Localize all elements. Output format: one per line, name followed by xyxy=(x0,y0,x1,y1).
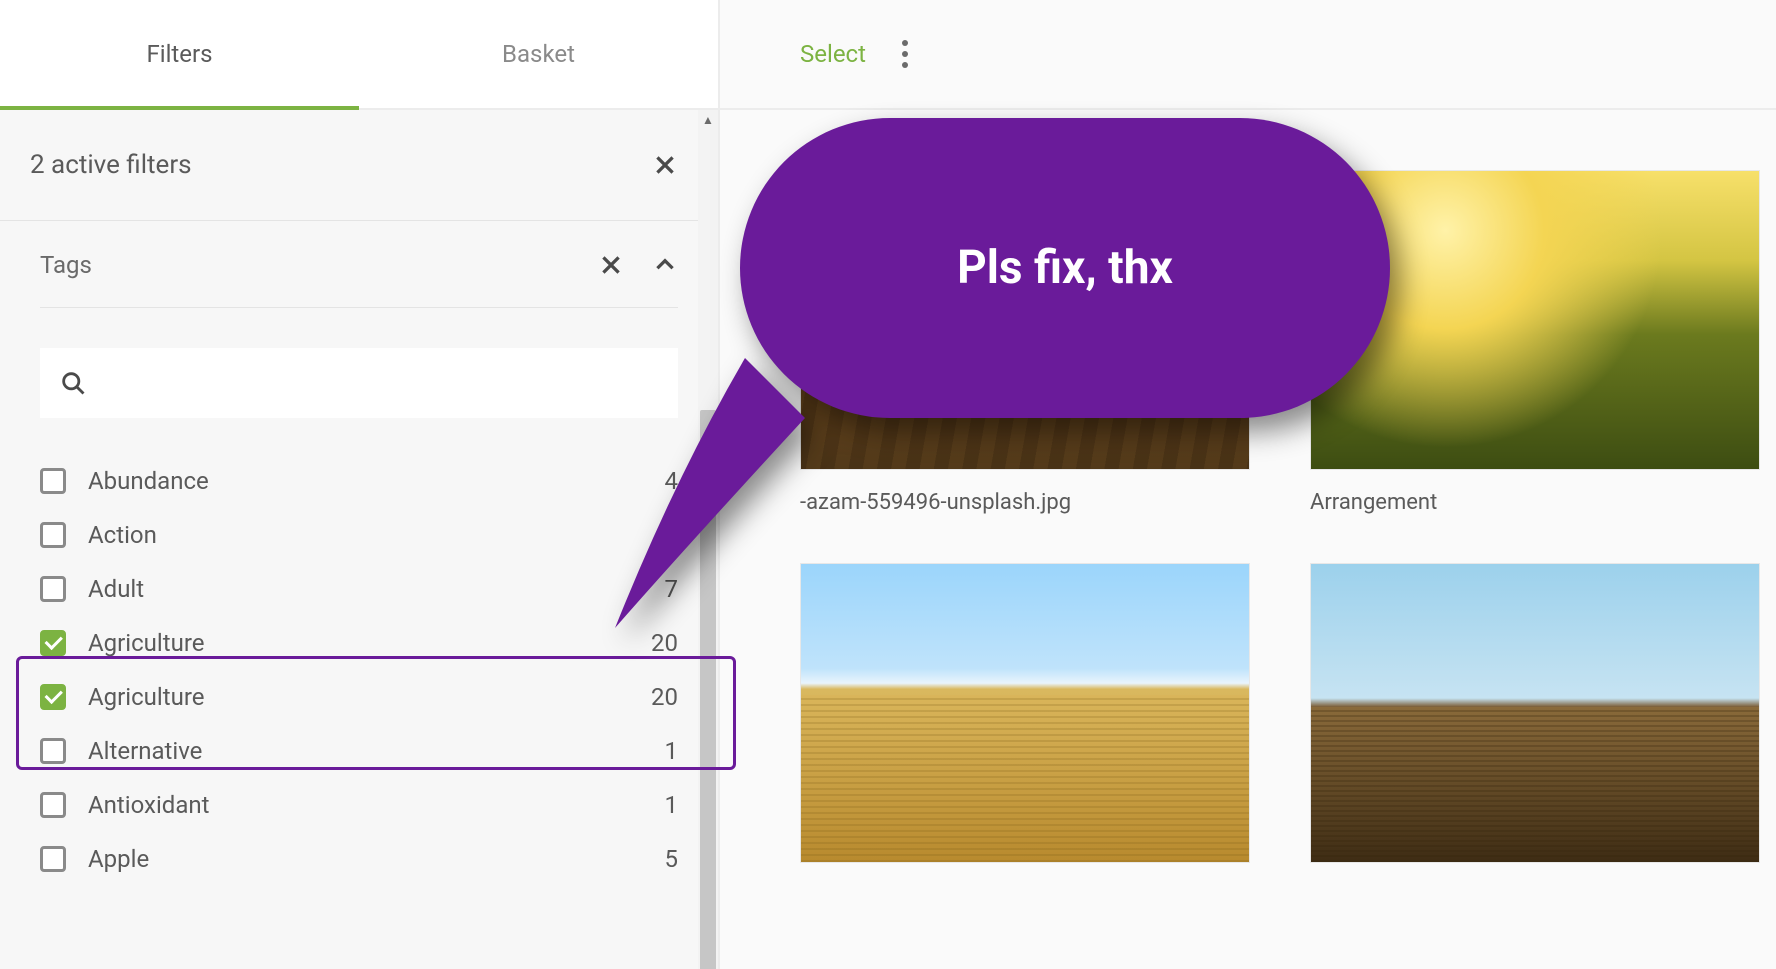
gallery-caption: -azam-559496-unsplash.jpg xyxy=(800,490,1250,515)
search-icon xyxy=(59,369,87,397)
tab-basket-label: Basket xyxy=(502,40,575,68)
gallery-thumbnail[interactable] xyxy=(800,170,1250,470)
tag-count: 5 xyxy=(665,845,679,873)
active-filters-header: 2 active filters xyxy=(0,110,718,221)
scroll-thumb[interactable] xyxy=(700,410,716,969)
tag-row-agriculture-3[interactable]: Agriculture20 xyxy=(40,616,678,670)
tag-checkbox[interactable] xyxy=(40,738,66,764)
tag-search[interactable] xyxy=(40,348,678,418)
clear-filters-icon[interactable] xyxy=(652,152,678,178)
tag-name: Agriculture xyxy=(88,683,651,711)
tag-count: 1 xyxy=(665,791,679,819)
tag-name: Abundance xyxy=(88,467,665,495)
tag-checkbox[interactable] xyxy=(40,792,66,818)
tag-row-antioxidant-6[interactable]: Antioxidant1 xyxy=(40,778,678,832)
tag-name: Adult xyxy=(88,575,665,603)
tag-name: Alternative xyxy=(88,737,665,765)
gallery-card-3[interactable] xyxy=(1310,563,1760,863)
toolbar: Select xyxy=(720,0,1776,110)
tag-name: Antioxidant xyxy=(88,791,665,819)
more-menu-icon[interactable] xyxy=(894,32,916,76)
tag-row-action-1[interactable]: Action1 xyxy=(40,508,678,562)
tag-count: 1 xyxy=(665,521,679,549)
tab-filters[interactable]: Filters xyxy=(0,0,359,108)
tag-checkbox[interactable] xyxy=(40,522,66,548)
tag-name: Action xyxy=(88,521,665,549)
tab-basket[interactable]: Basket xyxy=(359,0,718,108)
clear-tags-icon[interactable] xyxy=(598,252,624,278)
tag-row-adult-2[interactable]: Adult7 xyxy=(40,562,678,616)
tag-row-apple-7[interactable]: Apple5 xyxy=(40,832,678,886)
gallery-caption: Arrangement xyxy=(1310,490,1760,515)
tag-count: 7 xyxy=(665,575,679,603)
tags-header: Tags xyxy=(40,251,678,308)
tab-filters-label: Filters xyxy=(146,40,212,68)
tag-count: 20 xyxy=(651,629,678,657)
tag-row-abundance-0[interactable]: Abundance4 xyxy=(40,454,678,508)
tag-row-alternative-5[interactable]: Alternative1 xyxy=(40,724,678,778)
tag-checkbox[interactable] xyxy=(40,846,66,872)
collapse-tags-icon[interactable] xyxy=(652,252,678,278)
gallery-thumbnail[interactable] xyxy=(800,563,1250,863)
tag-count: 1 xyxy=(665,737,679,765)
tag-checkbox[interactable] xyxy=(40,630,66,656)
tag-list: Abundance4Action1Adult7Agriculture20Agri… xyxy=(0,454,718,886)
tag-count: 4 xyxy=(665,467,679,495)
tag-search-input[interactable] xyxy=(101,370,659,396)
gallery: -azam-559496-unsplash.jpg Arrangement xyxy=(800,170,1776,969)
sidebar-body: 2 active filters Tags xyxy=(0,110,718,969)
tags-label: Tags xyxy=(40,251,570,279)
gallery-thumbnail[interactable] xyxy=(1310,563,1760,863)
tags-section: Tags xyxy=(0,221,718,418)
gallery-card-1[interactable]: Arrangement xyxy=(1310,170,1760,515)
tag-row-agriculture-4[interactable]: Agriculture20 xyxy=(40,670,678,724)
gallery-card-0[interactable]: -azam-559496-unsplash.jpg xyxy=(800,170,1250,515)
scrollbar[interactable]: ▲ xyxy=(698,110,718,969)
select-button[interactable]: Select xyxy=(800,40,866,68)
tag-checkbox[interactable] xyxy=(40,684,66,710)
sidebar-tabs: Filters Basket xyxy=(0,0,718,110)
active-filters-title: 2 active filters xyxy=(30,150,192,180)
tag-count: 20 xyxy=(651,683,678,711)
tag-checkbox[interactable] xyxy=(40,576,66,602)
gallery-card-2[interactable] xyxy=(800,563,1250,863)
scroll-up-icon[interactable]: ▲ xyxy=(698,110,718,130)
tag-name: Agriculture xyxy=(88,629,651,657)
tag-name: Apple xyxy=(88,845,665,873)
gallery-thumbnail[interactable] xyxy=(1310,170,1760,470)
tag-checkbox[interactable] xyxy=(40,468,66,494)
sidebar: Filters Basket 2 active filters Tags xyxy=(0,0,720,969)
